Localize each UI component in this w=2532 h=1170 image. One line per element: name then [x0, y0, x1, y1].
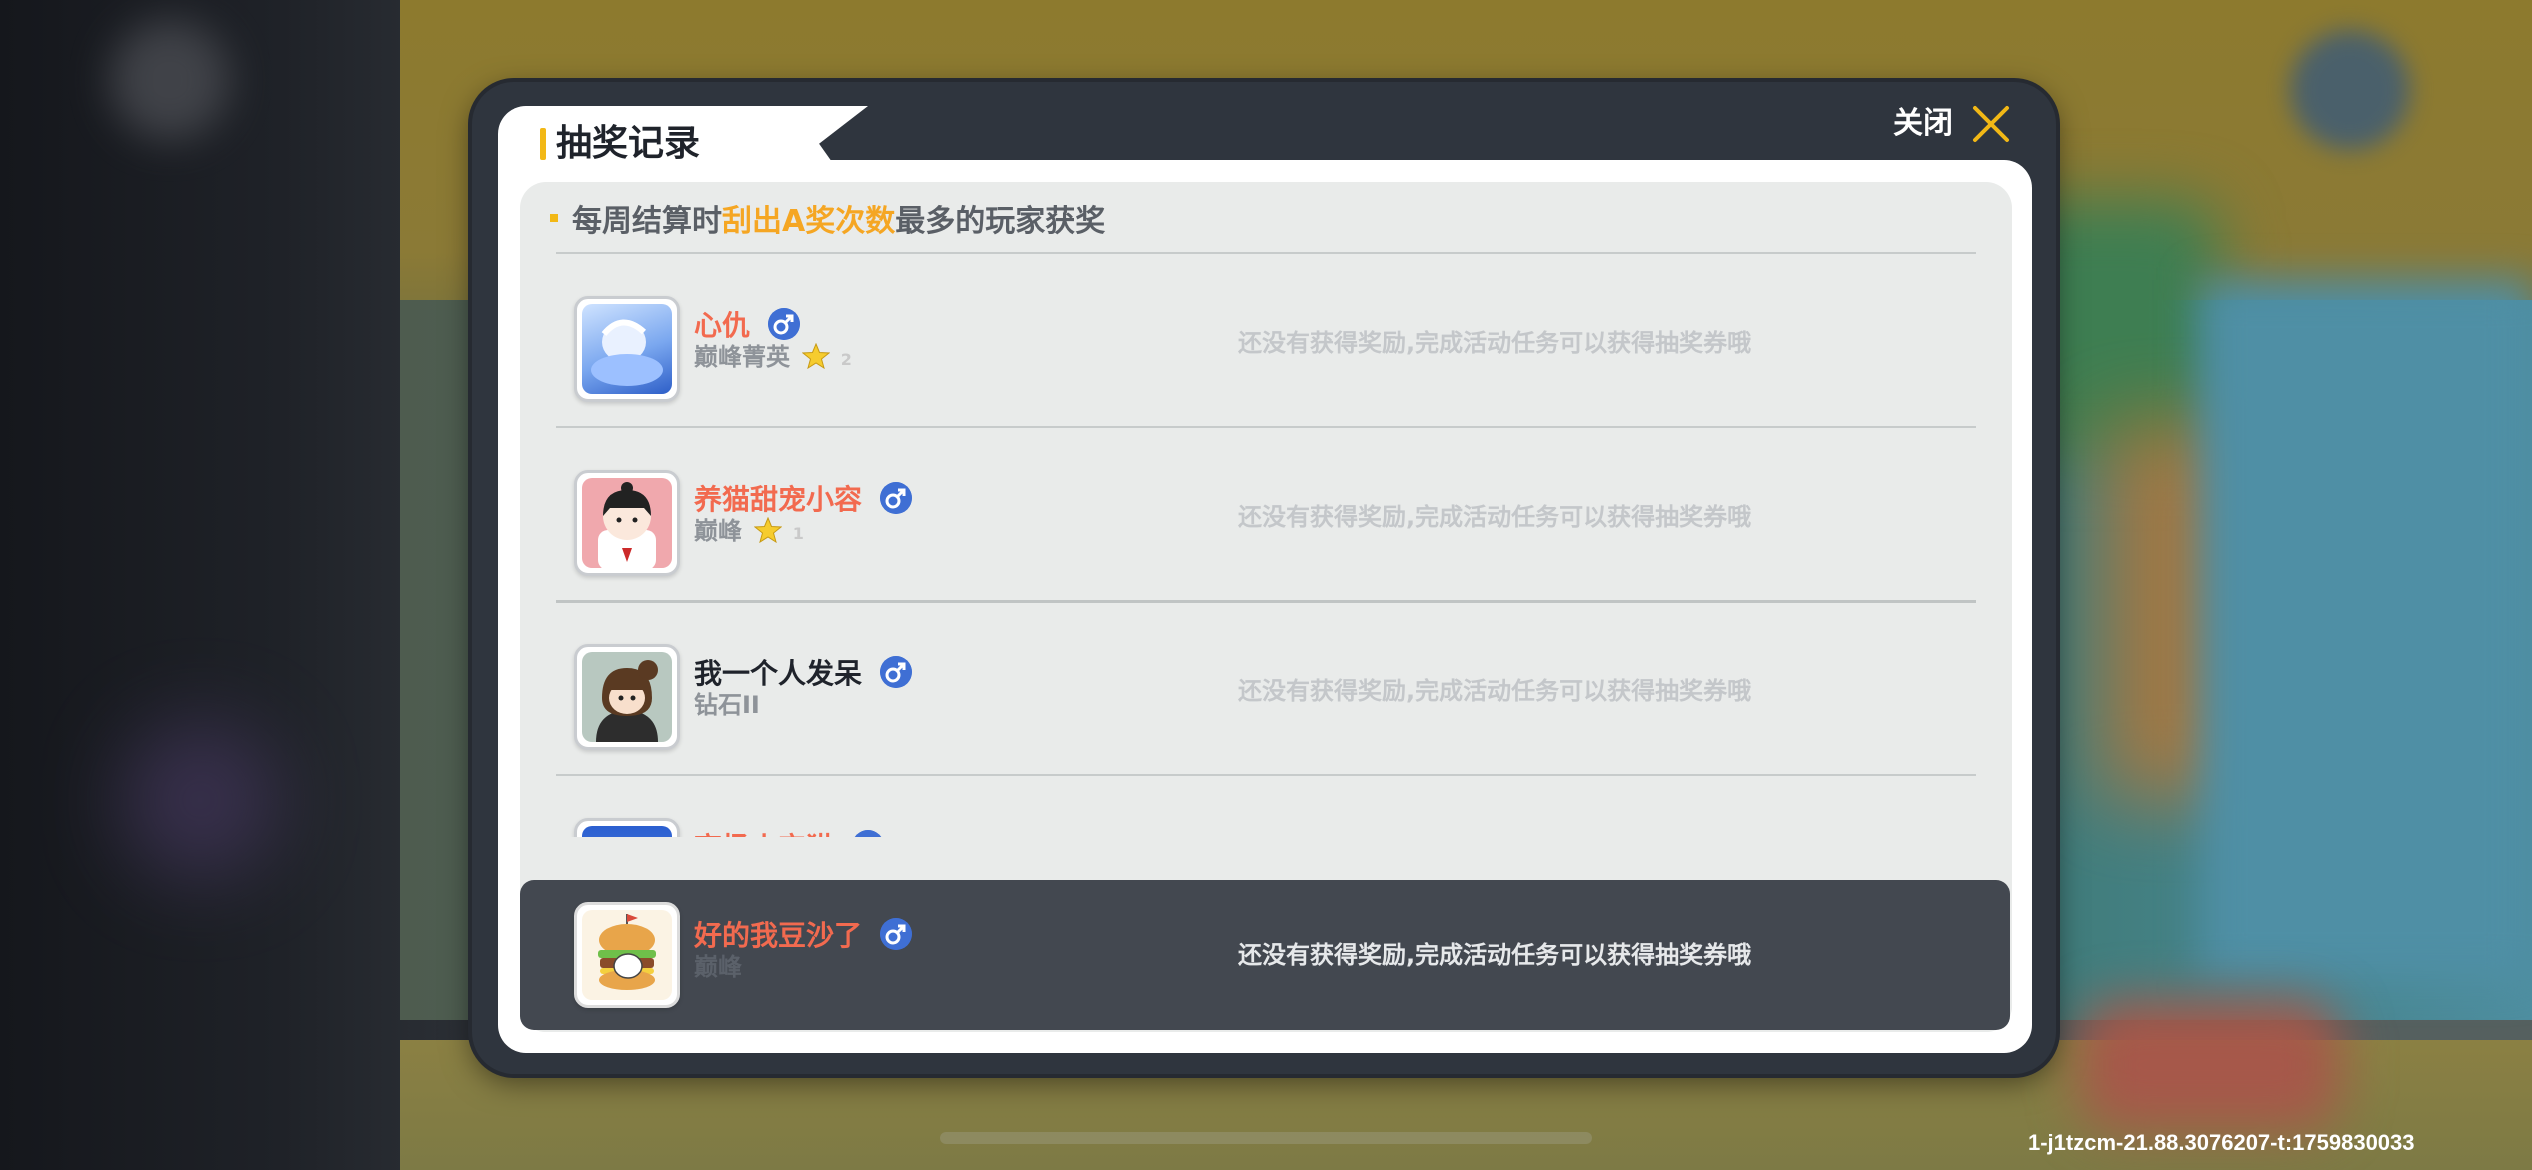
player-name: 我一个人发呆 [694, 656, 912, 692]
reward-status: 还没有获得奖励,完成活动任务可以获得抽奖券哦 [1238, 941, 1752, 969]
build-watermark: 1-j1tzcm-21.88.3076207-t:1759830033 [2028, 1130, 2415, 1155]
avatar[interactable] [574, 296, 680, 402]
player-rank: 巅峰 [694, 953, 742, 981]
male-icon [879, 656, 912, 688]
my-record-row[interactable]: 好的我豆沙了 巅峰 还没有获得奖励,完成活动任务可以获得抽奖券哦 [520, 880, 2010, 1030]
player-name: 养猫甜宠小容 [694, 482, 912, 518]
player-rank: 巅峰 1 [694, 517, 804, 545]
star-icon [802, 343, 831, 369]
male-icon [879, 918, 912, 950]
dialog-title: 抽奖记录 [556, 123, 701, 164]
rule-notice: 每周结算时 刮出A奖次数 最多的玩家获奖 [550, 196, 1105, 240]
player-rank: 巅峰菁英 2 [694, 343, 852, 371]
reward-status: 还没有获得奖励,完成活动任务可以获得抽奖券哦 [1238, 503, 1752, 531]
divider [556, 426, 1976, 428]
avatar[interactable] [574, 902, 680, 1008]
list-item[interactable]: 我一个人发呆 钻石II 还没有获得奖励,完成活动任务可以获得抽奖券哦 [520, 632, 2012, 804]
player-name: 好的我豆沙了 [694, 918, 912, 954]
avatar[interactable] [574, 644, 680, 750]
title-accent-bar [540, 128, 546, 160]
star-icon [754, 517, 783, 543]
divider [556, 774, 1976, 776]
reward-status: 还没有获得奖励,完成活动任务可以获得抽奖券哦 [1238, 329, 1752, 357]
close-icon[interactable] [1971, 104, 2011, 144]
avatar[interactable] [574, 470, 680, 576]
player-rank: 钻石II [694, 691, 760, 719]
list-item[interactable]: 心仇 巅峰菁英 2 还没有获得奖励,完成活动任务可以获得抽奖券哦 [520, 284, 2012, 456]
male-icon [879, 482, 912, 514]
player-name: 心仇 [694, 308, 800, 344]
reward-status: 还没有获得奖励,完成活动任务可以获得抽奖券哦 [1238, 677, 1752, 705]
divider [556, 252, 1976, 254]
close-label[interactable]: 关闭 [1893, 104, 1953, 144]
male-icon [767, 308, 800, 340]
home-indicator[interactable] [940, 1132, 1592, 1144]
list-item[interactable]: 养猫甜宠小容 巅峰 1 还没有获得奖励,完成活动任务可以获得抽奖券哦 [520, 458, 2012, 630]
bullet-icon [550, 214, 558, 222]
divider [556, 600, 1976, 603]
